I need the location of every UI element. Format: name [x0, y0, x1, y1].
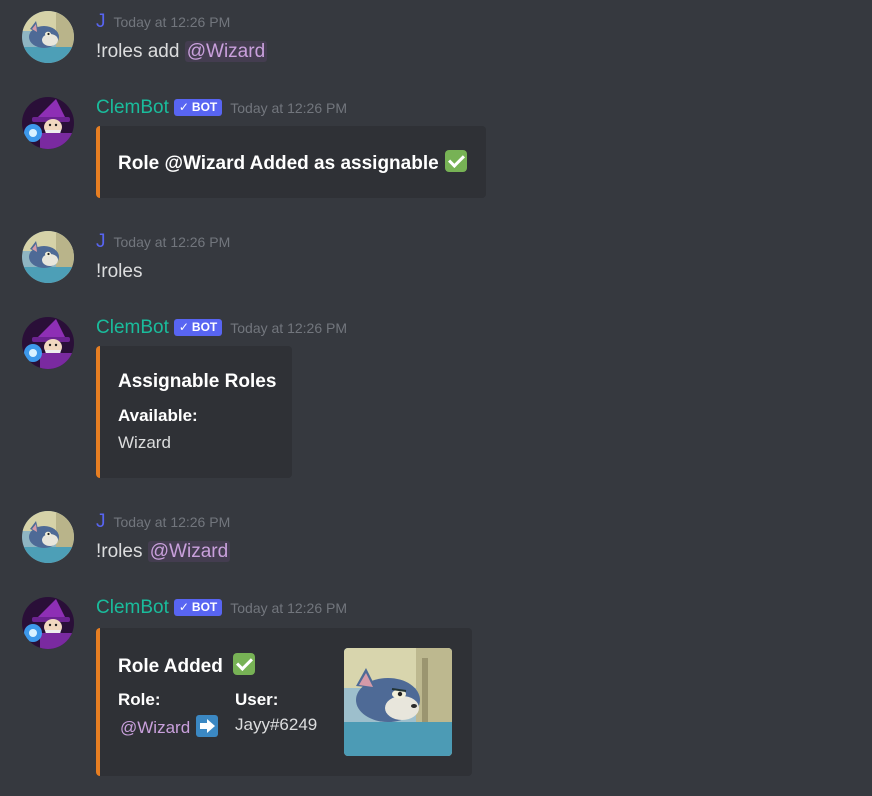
embed-title: Assignable Roles — [118, 371, 277, 392]
embed-thumbnail[interactable] — [344, 648, 452, 756]
wizard-avatar-icon — [22, 97, 74, 149]
timestamp: Today at 12:26 PM — [230, 320, 348, 336]
message-item: ClemBot ✓ BOT Today at 12:26 PM Role Adde… — [0, 597, 872, 782]
cat-avatar-icon — [22, 11, 74, 63]
message-command-text: !roles add — [96, 41, 185, 62]
message-header: J Today at 12:26 PM — [96, 511, 230, 535]
check-mark-icon: ✓ — [178, 320, 189, 334]
timestamp: Today at 12:26 PM — [113, 234, 231, 250]
field-name: Available: — [118, 406, 198, 425]
role-mention[interactable]: @Wizard — [184, 41, 268, 62]
username[interactable]: J — [96, 511, 106, 533]
bot-avatar[interactable] — [22, 317, 74, 369]
username[interactable]: ClemBot — [96, 97, 169, 119]
username[interactable]: ClemBot — [96, 317, 169, 339]
timestamp: Today at 12:26 PM — [113, 14, 231, 30]
embed-title: Role Added — [118, 653, 255, 678]
embed-title-text: Role Added — [118, 656, 223, 677]
user-avatar[interactable] — [22, 11, 74, 63]
message-header: J Today at 12:26 PM — [96, 231, 230, 255]
wizard-avatar-icon — [22, 597, 74, 649]
role-mention[interactable]: @Wizard — [147, 541, 231, 562]
message-item: J Today at 12:26 PM !roles @Wizard — [0, 511, 872, 571]
bot-tag-label: BOT — [191, 100, 218, 114]
bot-tag-label: BOT — [191, 320, 218, 334]
check-mark-icon: ✓ — [178, 100, 189, 114]
bot-tag: ✓ BOT — [173, 598, 223, 616]
message-header: J Today at 12:26 PM — [96, 11, 230, 35]
message-item: J Today at 12:26 PM !roles — [0, 231, 872, 291]
wizard-avatar-icon — [22, 317, 74, 369]
bot-avatar[interactable] — [22, 97, 74, 149]
user-avatar[interactable] — [22, 511, 74, 563]
message-text: !roles — [96, 261, 143, 282]
timestamp: Today at 12:26 PM — [113, 514, 231, 530]
message-text: !roles @Wizard — [96, 541, 231, 563]
message-item: ClemBot ✓ BOT Today at 12:26 PM Assignabl… — [0, 317, 872, 487]
timestamp: Today at 12:26 PM — [230, 100, 348, 116]
user-avatar[interactable] — [22, 231, 74, 283]
username[interactable]: J — [96, 231, 106, 253]
field-name-user: User: — [235, 690, 279, 709]
field-value-user: Jayy#6249 — [235, 715, 318, 734]
message-text: !roles add @Wizard — [96, 41, 268, 63]
embed: Role @Wizard Added as assignable — [96, 126, 486, 198]
message-header: ClemBot ✓ BOT Today at 12:26 PM — [96, 97, 347, 121]
message-item: J Today at 12:26 PM !roles add @Wizard — [0, 11, 872, 71]
bot-tag: ✓ BOT — [173, 318, 223, 336]
cat-thumbnail-icon — [344, 648, 452, 756]
role-mention[interactable]: @Wizard — [118, 718, 192, 737]
embed: Assignable Roles Available: Wizard — [96, 346, 292, 478]
timestamp: Today at 12:26 PM — [230, 600, 348, 616]
message-header: ClemBot ✓ BOT Today at 12:26 PM — [96, 317, 347, 341]
username[interactable]: J — [96, 11, 106, 33]
field-value-role: @Wizard — [118, 715, 219, 738]
message-item: ClemBot ✓ BOT Today at 12:26 PM Role @Wiz… — [0, 97, 872, 207]
username[interactable]: ClemBot — [96, 597, 169, 619]
check-mark-icon — [232, 653, 255, 675]
check-mark-icon — [444, 150, 467, 172]
field-value: Wizard — [118, 433, 171, 452]
check-mark-icon: ✓ — [178, 600, 189, 614]
cat-avatar-icon — [22, 511, 74, 563]
message-command-text: !roles — [96, 541, 148, 562]
embed-title: Role @Wizard Added as assignable — [118, 150, 467, 175]
bot-avatar[interactable] — [22, 597, 74, 649]
embed-title-text: Role @Wizard Added as assignable — [118, 153, 439, 174]
right-arrow-icon — [196, 715, 219, 737]
message-header: ClemBot ✓ BOT Today at 12:26 PM — [96, 597, 347, 621]
chat-log: J Today at 12:26 PM !roles add @Wizard C… — [0, 0, 872, 796]
cat-avatar-icon — [22, 231, 74, 283]
bot-tag-label: BOT — [191, 600, 218, 614]
embed: Role Added Role: @Wizard User: Jayy#6249 — [96, 628, 472, 776]
field-name-role: Role: — [118, 690, 161, 709]
bot-tag: ✓ BOT — [173, 98, 223, 116]
